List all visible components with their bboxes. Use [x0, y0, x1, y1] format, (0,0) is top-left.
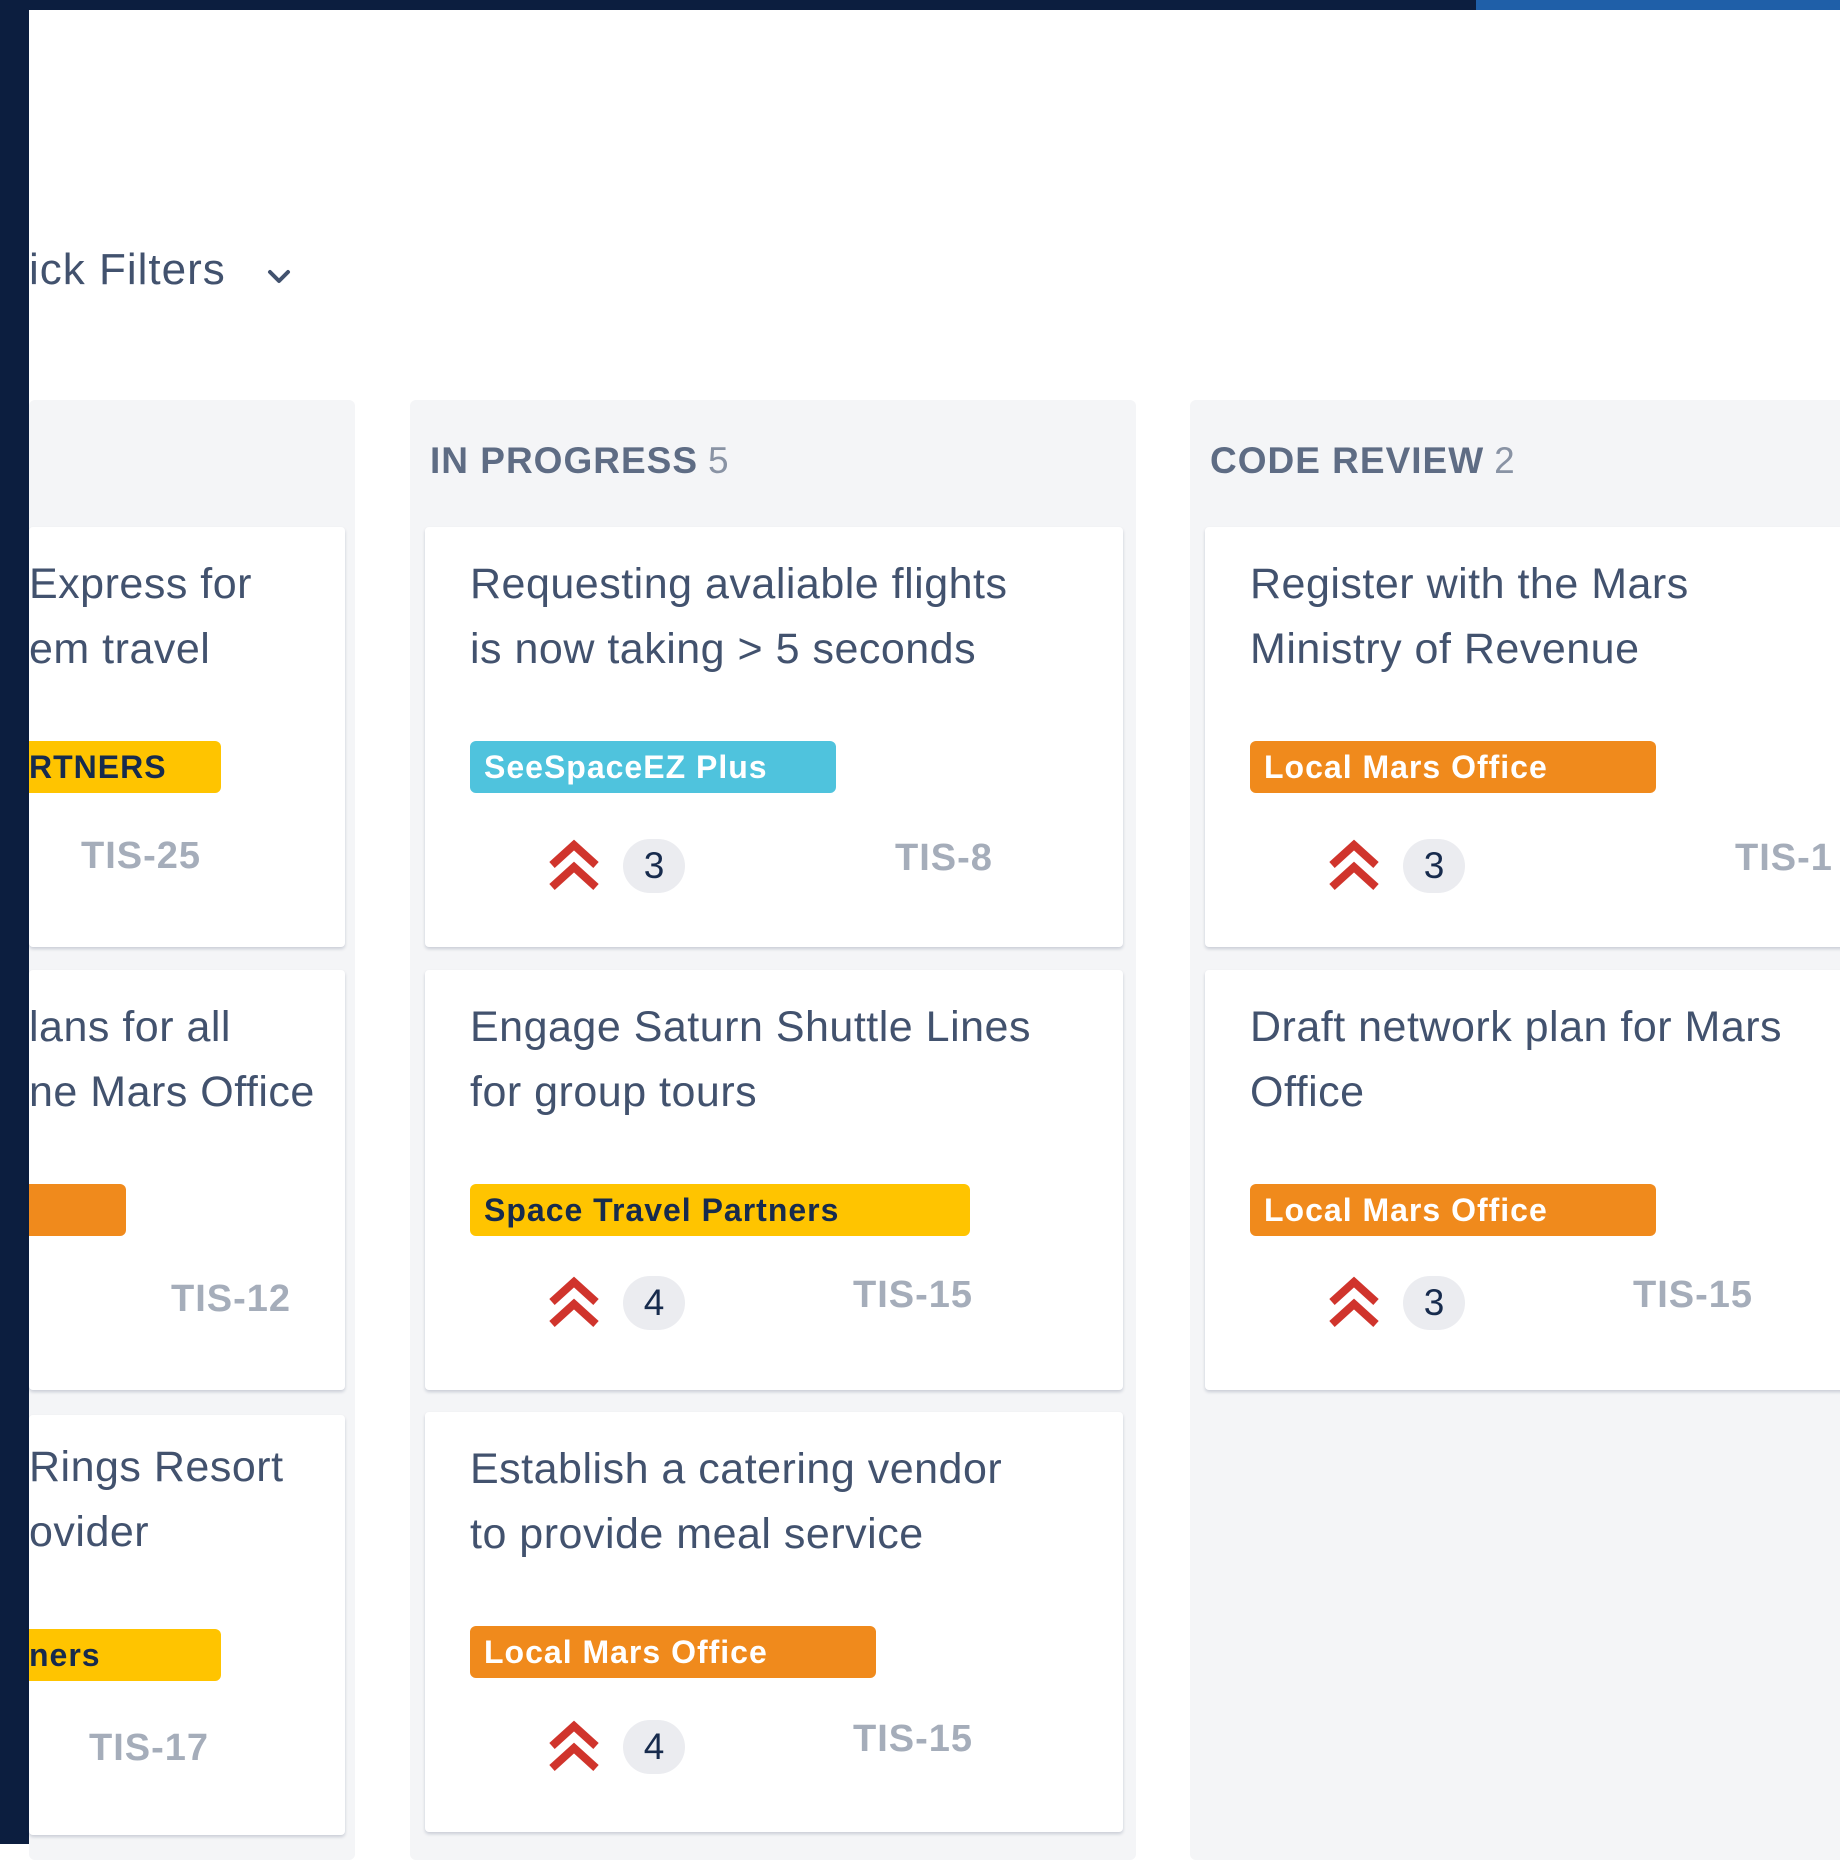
card-title: Engage Saturn Shuttle Lines for group to…	[470, 1003, 1031, 1116]
quick-filters[interactable]: ick Filters	[29, 240, 292, 300]
issue-card[interactable]: lans for all ne Mars Office TIS-12	[29, 970, 345, 1390]
quick-filters-label: ick Filters	[29, 245, 226, 294]
issue-card[interactable]: Draft network plan for Mars Office Local…	[1205, 970, 1840, 1390]
story-points-badge: 3	[1403, 839, 1465, 893]
issue-key[interactable]: TIS-15	[853, 1718, 973, 1761]
card-title: Rings Resort ovider	[29, 1443, 284, 1556]
issue-card[interactable]: Rings Resort ovider ners TIS-17	[29, 1415, 345, 1835]
board-column-code-review: CODE REVIEW 2 Register with the Mars Mini…	[1190, 400, 1840, 1860]
story-points-badge: 4	[623, 1720, 685, 1774]
issue-key[interactable]: TIS-15	[1633, 1274, 1753, 1317]
issue-card[interactable]: Register with the Mars Ministry of Reven…	[1205, 527, 1840, 947]
issue-key[interactable]: TIS-12	[171, 1278, 291, 1321]
column-count: 2	[1494, 440, 1516, 481]
story-points-badge: 3	[623, 839, 685, 893]
epic-label: Space Travel Partners	[470, 1184, 970, 1236]
issue-key[interactable]: TIS-15	[853, 1274, 973, 1317]
issue-card[interactable]: Express for em travel RTNERS TIS-25	[29, 527, 345, 947]
epic-label	[29, 1184, 126, 1236]
epic-label: RTNERS	[29, 741, 221, 793]
card-title: Draft network plan for Mars Office	[1250, 1003, 1783, 1116]
priority-highest-icon	[549, 1276, 599, 1327]
issue-card[interactable]: Requesting avaliable flights is now taki…	[425, 527, 1123, 947]
story-points-badge: 3	[1403, 1276, 1465, 1330]
column-header: CODE REVIEW 2	[1210, 440, 1516, 481]
epic-label: Local Mars Office	[470, 1626, 876, 1678]
epic-label: ners	[29, 1629, 221, 1681]
card-title: Requesting avaliable flights is now taki…	[470, 560, 1008, 673]
priority-highest-icon	[1329, 839, 1379, 890]
issue-key[interactable]: TIS-17	[89, 1727, 209, 1770]
priority-highest-icon	[549, 839, 599, 890]
card-title: Register with the Mars Ministry of Reven…	[1250, 560, 1689, 673]
story-points-badge: 4	[623, 1276, 685, 1330]
card-title: Establish a catering vendor to provide m…	[470, 1445, 1003, 1558]
issue-card[interactable]: Engage Saturn Shuttle Lines for group to…	[425, 970, 1123, 1390]
issue-key[interactable]: TIS-1	[1735, 837, 1833, 880]
priority-highest-icon	[1329, 1276, 1379, 1327]
column-header: IN PROGRESS 5	[430, 440, 730, 481]
priority-highest-icon	[549, 1720, 599, 1771]
card-title: Express for em travel	[29, 560, 252, 673]
board-column-in-progress: IN PROGRESS 5 Requesting avaliable flight…	[410, 400, 1136, 1860]
sidebar-navigation	[0, 0, 29, 1844]
issue-key[interactable]: TIS-8	[895, 837, 993, 880]
epic-label: Local Mars Office	[1250, 1184, 1656, 1236]
card-title: lans for all ne Mars Office	[29, 1003, 315, 1116]
board-column-todo: Express for em travel RTNERS TIS-25 lans…	[29, 400, 355, 1860]
issue-key[interactable]: TIS-25	[81, 835, 201, 878]
epic-label: Local Mars Office	[1250, 741, 1656, 793]
top-bar-accent	[1476, 0, 1840, 10]
epic-label: SeeSpaceEZ Plus	[470, 741, 836, 793]
chevron-down-icon[interactable]	[266, 263, 292, 289]
issue-card[interactable]: Establish a catering vendor to provide m…	[425, 1412, 1123, 1832]
column-count: 5	[708, 440, 730, 481]
